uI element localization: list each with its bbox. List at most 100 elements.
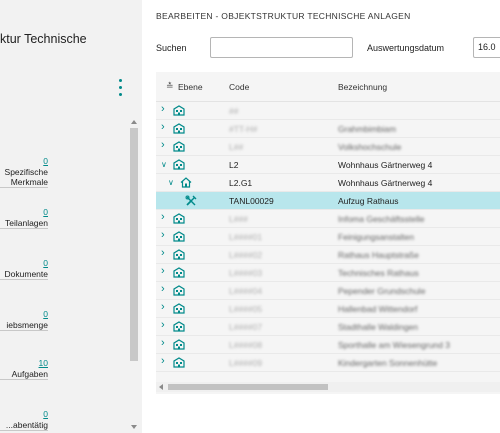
expand-chevron-icon[interactable]: › — [161, 121, 165, 133]
date-input[interactable]: 16.0 — [473, 37, 500, 58]
column-header-bezeichnung[interactable]: Bezeichnung — [338, 82, 387, 92]
row-description: Hallenbad Wittendorf — [338, 304, 418, 314]
column-header-ebene[interactable]: Ebene — [178, 82, 203, 92]
row-code: L####01 — [229, 232, 263, 242]
stat-teilanlagen[interactable]: 0 Teilanlagen — [0, 207, 48, 229]
date-label: Auswertungsdatum — [367, 43, 445, 53]
row-code: L### — [229, 214, 248, 224]
expand-chevron-icon[interactable]: › — [161, 265, 165, 277]
stat-betriebsmenge[interactable]: 0 iebsmenge — [0, 309, 48, 331]
expand-all-icon[interactable]: ≛ — [166, 81, 174, 92]
row-code: L## — [229, 142, 244, 152]
collapse-chevron-icon[interactable]: ∨ — [168, 178, 174, 187]
expand-chevron-icon[interactable]: › — [161, 319, 165, 331]
stat-label: iebsmenge — [6, 320, 48, 330]
building-icon — [173, 159, 185, 170]
table-row[interactable]: › L####01 Feinigungsanstalten — [156, 228, 500, 246]
stat-divider — [0, 430, 48, 431]
building-icon — [173, 285, 185, 296]
expand-chevron-icon[interactable]: › — [161, 301, 165, 313]
expand-chevron-icon[interactable]: › — [161, 229, 165, 241]
stat-divider — [0, 379, 48, 380]
stat-label: Dokumente — [4, 269, 48, 279]
row-description: Kindergarten Sonnenhütte — [338, 358, 438, 368]
expand-chevron-icon[interactable]: › — [161, 103, 165, 115]
expand-chevron-icon[interactable]: › — [161, 211, 165, 223]
stat-value[interactable]: 0 — [0, 309, 48, 320]
main-pane: BEARBEITEN - OBJEKTSTRUKTUR TECHNISCHE A… — [142, 0, 500, 433]
table-row[interactable]: ∨ L2.G1 Wohnhaus Gärtnerweg 4 — [156, 174, 500, 192]
row-description: Technisches Rathaus — [338, 268, 419, 278]
table-row[interactable]: › L####03 Technisches Rathaus — [156, 264, 500, 282]
table-row[interactable]: ∨ L2 Wohnhaus Gärtnerweg 4 — [156, 156, 500, 174]
building-icon — [173, 321, 185, 332]
factbox-scroll-thumb[interactable] — [130, 128, 138, 361]
expand-chevron-icon[interactable]: › — [161, 247, 165, 259]
house-icon — [180, 177, 192, 188]
stat-aufgaben[interactable]: 10 Aufgaben — [0, 358, 48, 380]
row-code: L####07 — [229, 322, 263, 332]
table-row[interactable]: › ## — [156, 102, 500, 120]
expand-chevron-icon[interactable]: › — [161, 337, 165, 349]
building-icon — [173, 249, 185, 260]
row-description: Grahmbimbiam — [338, 124, 397, 134]
table-row[interactable]: › L## Volkshochschule — [156, 138, 500, 156]
scroll-left-arrow-icon[interactable] — [159, 384, 163, 390]
row-code: L####09 — [229, 358, 263, 368]
row-description: Wohnhaus Gärtnerweg 4 — [338, 160, 433, 170]
column-header-code[interactable]: Code — [229, 82, 249, 92]
stat-aufgabentaetigkeiten[interactable]: 0 abentätig... — [0, 409, 48, 431]
building-icon — [173, 357, 185, 368]
building-icon — [173, 213, 185, 224]
row-description: Infoma Geschäftsstelle — [338, 214, 425, 224]
stat-label: Aufgaben — [11, 369, 48, 379]
table-row[interactable]: › L####05 Hallenbad Wittendorf — [156, 300, 500, 318]
row-description: Wohnhaus Gärtnerweg 4 — [338, 178, 433, 188]
expand-chevron-icon[interactable]: › — [161, 139, 165, 151]
row-code: L####08 — [229, 340, 263, 350]
stat-value[interactable]: 0 — [0, 156, 48, 167]
table-row[interactable]: › L### Infoma Geschäftsstelle — [156, 210, 500, 228]
stat-label: Merkmale — [10, 177, 48, 187]
table-row[interactable]: › #TT-H# Grahmbimbiam — [156, 120, 500, 138]
row-description: Feinigungsanstalten — [338, 232, 415, 242]
stat-value[interactable]: 0 — [0, 207, 48, 218]
search-input[interactable] — [210, 37, 353, 58]
building-icon — [173, 123, 185, 134]
stat-dokumente[interactable]: 0 Dokumente — [0, 258, 48, 280]
scroll-down-arrow-icon[interactable] — [131, 425, 137, 429]
expand-chevron-icon[interactable]: › — [161, 283, 165, 295]
collapse-chevron-icon[interactable]: ∨ — [161, 160, 167, 169]
grid-horizontal-scrollbar[interactable] — [156, 382, 500, 392]
stat-divider — [0, 187, 48, 188]
table-row[interactable]: TANL00029 Aufzug Rathaus — [156, 192, 500, 210]
structure-grid: ≛ Ebene Code Bezeichnung › ## › #TT-H# Grahm… — [156, 72, 500, 394]
table-row[interactable]: › L####09 Kindergarten Sonnenhütte — [156, 354, 500, 372]
building-icon — [173, 141, 185, 152]
stat-spezifische-merkmale[interactable]: 0 Spezifische Merkmale — [0, 156, 48, 188]
stat-label: abentätig... — [5, 420, 48, 430]
row-description: Sporthalle am Wiesengrund 3 — [338, 340, 450, 350]
stat-label: Spezifische — [4, 167, 48, 177]
table-row[interactable]: › L####02 Rathaus Hauptstraße — [156, 246, 500, 264]
factbox-pane: ktur Technische 0 Spezifische Merkmale 0… — [0, 0, 142, 433]
table-row[interactable]: › L####04 Pepender Grundschule — [156, 282, 500, 300]
row-code: ## — [229, 106, 239, 116]
table-row[interactable]: › L####07 Stadthalle Waldingen — [156, 318, 500, 336]
stat-divider — [0, 228, 48, 229]
table-row[interactable]: › L####08 Sporthalle am Wiesengrund 3 — [156, 336, 500, 354]
building-icon — [173, 267, 185, 278]
expand-chevron-icon[interactable]: › — [161, 355, 165, 367]
stat-divider — [0, 330, 48, 331]
building-icon — [173, 231, 185, 242]
more-options-icon[interactable] — [116, 79, 124, 101]
search-label: Suchen — [156, 43, 187, 53]
row-code: TANL00029 — [229, 196, 274, 206]
grid-header: ≛ Ebene Code Bezeichnung — [156, 72, 500, 102]
stat-value[interactable]: 0 — [0, 258, 48, 269]
scroll-up-arrow-icon[interactable] — [131, 120, 137, 124]
row-description: Rathaus Hauptstraße — [338, 250, 419, 260]
stat-value[interactable]: 10 — [0, 358, 48, 369]
stat-value[interactable]: 0 — [0, 409, 48, 420]
grid-scroll-thumb[interactable] — [168, 384, 328, 390]
